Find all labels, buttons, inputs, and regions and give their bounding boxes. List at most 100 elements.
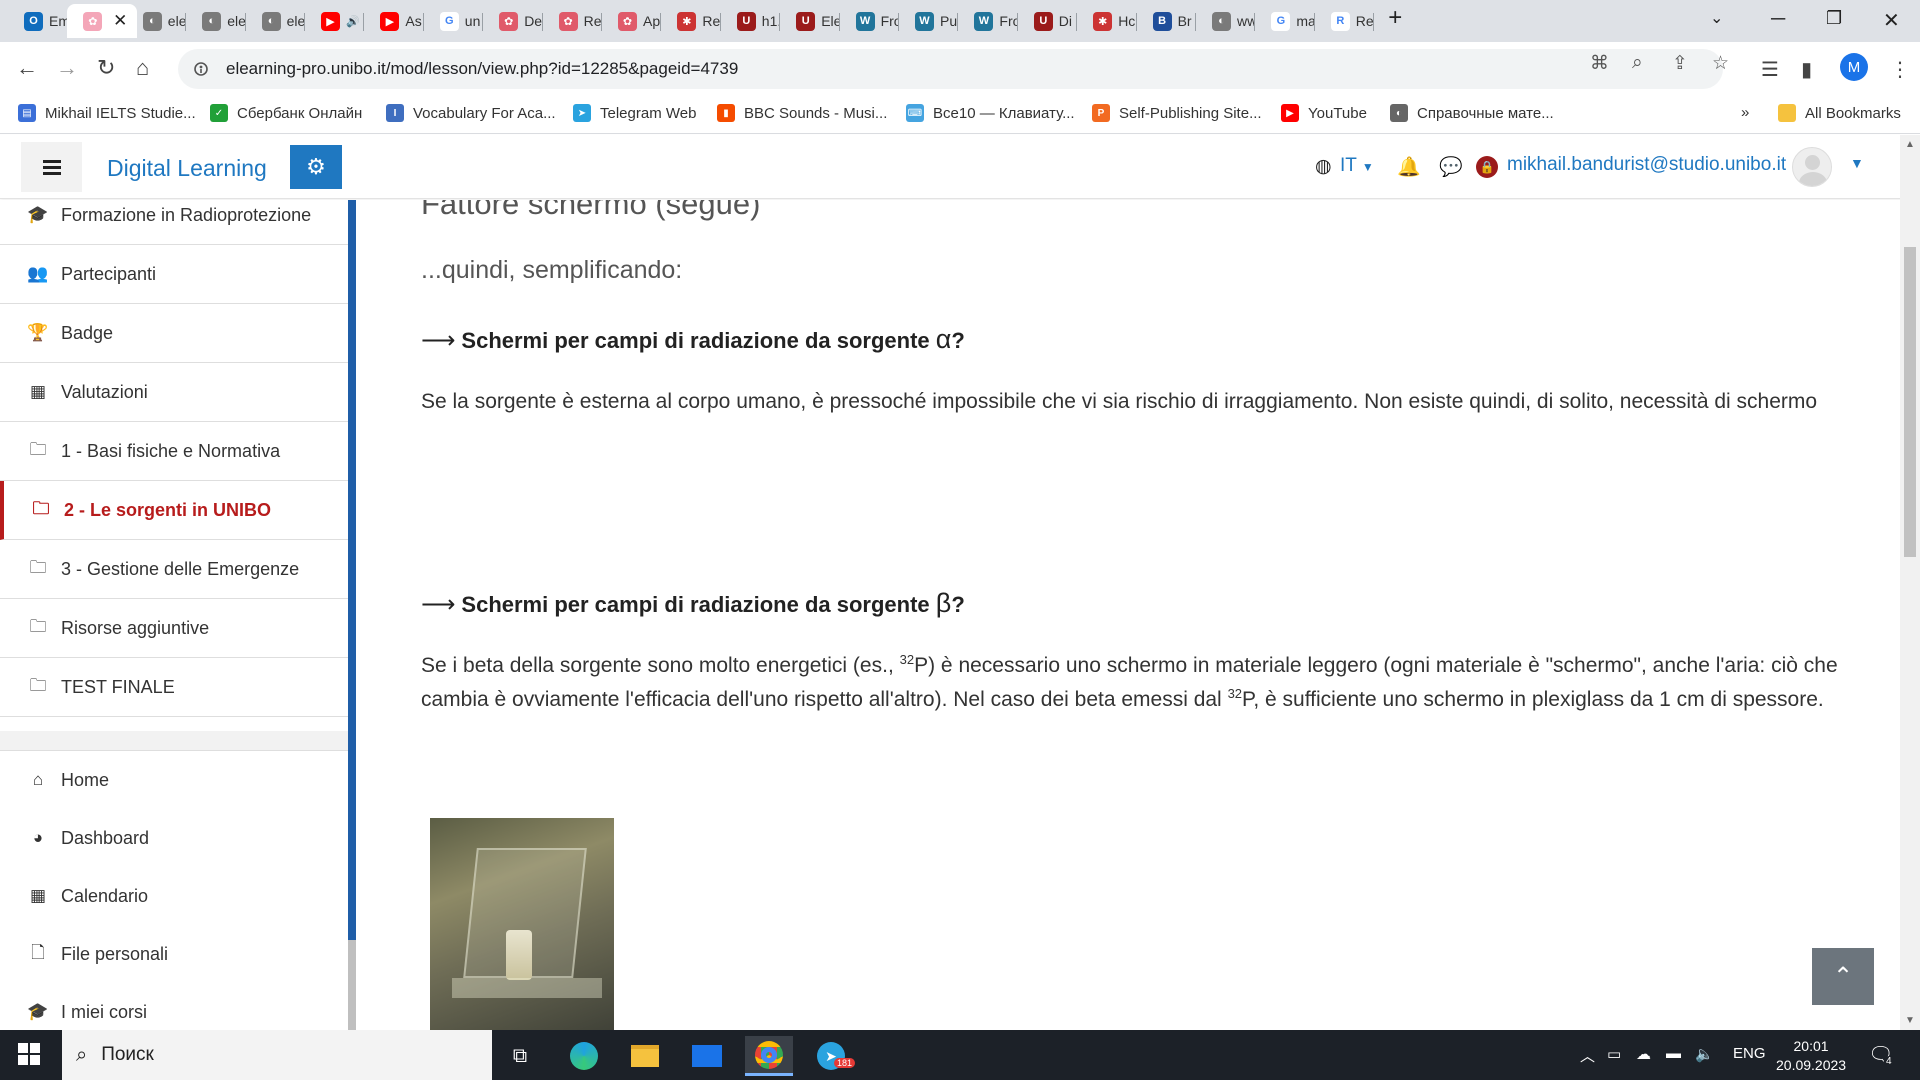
address-bar[interactable]: elearning-pro.unibo.it/mod/lesson/view.p… [178, 49, 1723, 89]
browser-tab[interactable]: ◐ ele [186, 4, 246, 38]
close-window-icon[interactable]: ✕ [1883, 8, 1900, 33]
task-view-button[interactable]: ⧉ [496, 1036, 544, 1076]
browser-tab[interactable]: ◐ ww [1196, 4, 1255, 38]
language-menu[interactable]: IT ▼ [1340, 155, 1374, 177]
nav-item[interactable]: 🗀 Risorse aggiuntive [0, 599, 348, 658]
all-bookmarks[interactable]: All Bookmarks [1778, 104, 1901, 122]
tab-search-icon[interactable]: ⌄ [1710, 8, 1723, 28]
bookmark-item[interactable]: ✓ Сбербанк Онлайн [210, 104, 362, 122]
bookmark-item[interactable]: I Vocabulary For Aca... [386, 104, 556, 122]
nav-item[interactable]: 🎓 Formazione in Radioprotezione [0, 200, 348, 245]
home-icon[interactable]: ⌂ [136, 55, 149, 81]
zoom-icon[interactable]: ⌕ [1632, 52, 1643, 74]
user-email[interactable]: mikhail.bandurist@studio.unibo.it [1507, 154, 1786, 176]
taskbar-search[interactable]: ⌕ Поиск [62, 1030, 492, 1080]
user-avatar[interactable] [1792, 147, 1832, 187]
menu-icon[interactable]: ⋮ [1890, 57, 1910, 82]
bookmark-item[interactable]: ◐ Справочные мате... [1390, 104, 1554, 122]
audio-playing-icon[interactable]: 🔊 [346, 15, 360, 28]
windows-start-button[interactable] [18, 1043, 40, 1065]
nav-item[interactable]: 🗀 3 - Gestione delle Emergenze [0, 540, 348, 599]
browser-tab[interactable]: W Fro [840, 4, 899, 38]
browser-tab[interactable]: U Ele [780, 4, 840, 38]
close-tab-icon[interactable]: ✕ [113, 11, 127, 31]
onedrive-icon[interactable]: ☁ [1636, 1045, 1651, 1063]
nav-item[interactable]: 👥 Partecipanti [0, 245, 348, 304]
browser-tab[interactable]: Gun [424, 4, 483, 38]
browser-tab[interactable]: ✿ De [483, 4, 542, 38]
browser-tab[interactable]: ✱ Hc [1077, 4, 1136, 38]
display-icon[interactable]: ▭ [1607, 1045, 1621, 1063]
page-scrollbar[interactable]: ▲ ▼ [1900, 135, 1920, 1030]
file-explorer-app[interactable] [621, 1036, 669, 1076]
minimize-icon[interactable]: ─ [1771, 8, 1785, 31]
back-to-top-button[interactable]: ⌃ [1812, 948, 1874, 1005]
scroll-down-icon[interactable]: ▼ [1905, 1015, 1915, 1026]
messages-icon[interactable]: 💬 [1439, 155, 1463, 179]
nav-item[interactable]: 🏆 Badge [0, 304, 348, 363]
new-tab-icon[interactable]: + [1388, 4, 1402, 32]
system-clock[interactable]: 20:01 20.09.2023 [1776, 1037, 1846, 1075]
browser-tab[interactable]: O Em [8, 4, 67, 38]
forward-icon[interactable]: → [56, 55, 78, 81]
user-menu-caret-icon[interactable]: ▼ [1850, 155, 1864, 171]
side-panel-icon[interactable]: ▮ [1801, 57, 1812, 82]
url-text[interactable]: elearning-pro.unibo.it/mod/lesson/view.p… [226, 59, 738, 79]
bookmarks-more[interactable]: » [1741, 104, 1749, 121]
browser-tab[interactable]: U Di [1018, 4, 1077, 38]
battery-icon[interactable]: ▬ [1666, 1045, 1681, 1062]
show-hidden-icons[interactable]: ︿ [1580, 1045, 1595, 1066]
translate-icon[interactable]: ⌘ [1590, 52, 1609, 75]
mail-app[interactable] [683, 1036, 731, 1076]
scroll-up-icon[interactable]: ▲ [1905, 139, 1915, 150]
bookmark-item[interactable]: ⌨ Все10 — Клавиату... [906, 104, 1075, 122]
browser-tab[interactable]: ✿ Ap [602, 4, 661, 38]
page-scrollbar-thumb[interactable] [1904, 247, 1916, 557]
bookmark-item[interactable]: P Self-Publishing Site... [1092, 104, 1262, 122]
nav-item[interactable]: ▦ Calendario [0, 867, 348, 926]
browser-tab[interactable]: B Br [1137, 4, 1196, 38]
site-info-icon[interactable] [194, 62, 208, 76]
nav-item[interactable]: 🎓 I miei corsi [0, 983, 348, 1030]
globe-icon[interactable]: ◍ [1315, 155, 1332, 178]
drawer-scrollbar-thumb[interactable] [348, 940, 356, 1030]
site-brand[interactable]: Digital Learning [107, 155, 267, 182]
notifications-bell-icon[interactable]: 🔔 [1397, 155, 1421, 179]
edge-app[interactable] [560, 1036, 608, 1076]
browser-tab[interactable]: Gma [1255, 4, 1315, 38]
browser-tab[interactable]: ◐ ele [246, 4, 305, 38]
nav-item[interactable]: ⌂ Home [0, 751, 348, 810]
browser-tab[interactable]: ▶ 🔊 [305, 4, 364, 38]
restore-icon[interactable]: ❐ [1826, 8, 1842, 29]
volume-icon[interactable]: 🔈 [1695, 1045, 1714, 1063]
browser-tab[interactable]: W Pu [899, 4, 958, 38]
nav-item[interactable]: ▦ Valutazioni [0, 363, 348, 422]
nav-item[interactable]: 🗀 1 - Basi fisiche e Normativa [0, 422, 348, 481]
input-language[interactable]: ENG [1733, 1045, 1766, 1062]
nav-item[interactable]: 🗀 2 - Le sorgenti in UNIBO [0, 481, 348, 540]
back-icon[interactable]: ← [16, 55, 38, 81]
profile-avatar[interactable]: M [1840, 53, 1868, 81]
browser-tab[interactable]: ✿ Re [543, 4, 602, 38]
browser-tab[interactable]: ✱ Re [661, 4, 720, 38]
bookmark-item[interactable]: ▮ BBC Sounds - Musi... [717, 104, 887, 122]
nav-item[interactable]: 🗋 File personali [0, 925, 348, 984]
bookmark-item[interactable]: ▤ Mikhail IELTS Studie... [18, 104, 196, 122]
telegram-app[interactable]: ➤ 181 [807, 1036, 856, 1076]
bookmark-item[interactable]: ➤ Telegram Web [573, 104, 696, 122]
reload-icon[interactable]: ↻ [97, 55, 115, 81]
browser-tab[interactable]: Uh1. [721, 4, 780, 38]
reading-list-icon[interactable]: ☰ [1761, 57, 1779, 82]
browser-tab[interactable]: R Re [1315, 4, 1374, 38]
course-settings-button[interactable]: ⚙ [290, 145, 342, 189]
bookmark-star-icon[interactable]: ☆ [1712, 52, 1729, 75]
drawer-toggle-button[interactable] [21, 142, 82, 192]
chrome-app[interactable] [745, 1036, 793, 1076]
bookmark-item[interactable]: ▶ YouTube [1281, 104, 1367, 122]
browser-tab[interactable]: W Fro [958, 4, 1018, 38]
browser-tab[interactable]: ▶ As [364, 4, 423, 38]
share-icon[interactable]: ⇪ [1672, 52, 1688, 75]
browser-tab[interactable]: ◐ ele [127, 4, 186, 38]
nav-item[interactable]: 🗀 TEST FINALE [0, 658, 348, 717]
nav-item[interactable]: ◕ Dashboard [0, 809, 348, 868]
